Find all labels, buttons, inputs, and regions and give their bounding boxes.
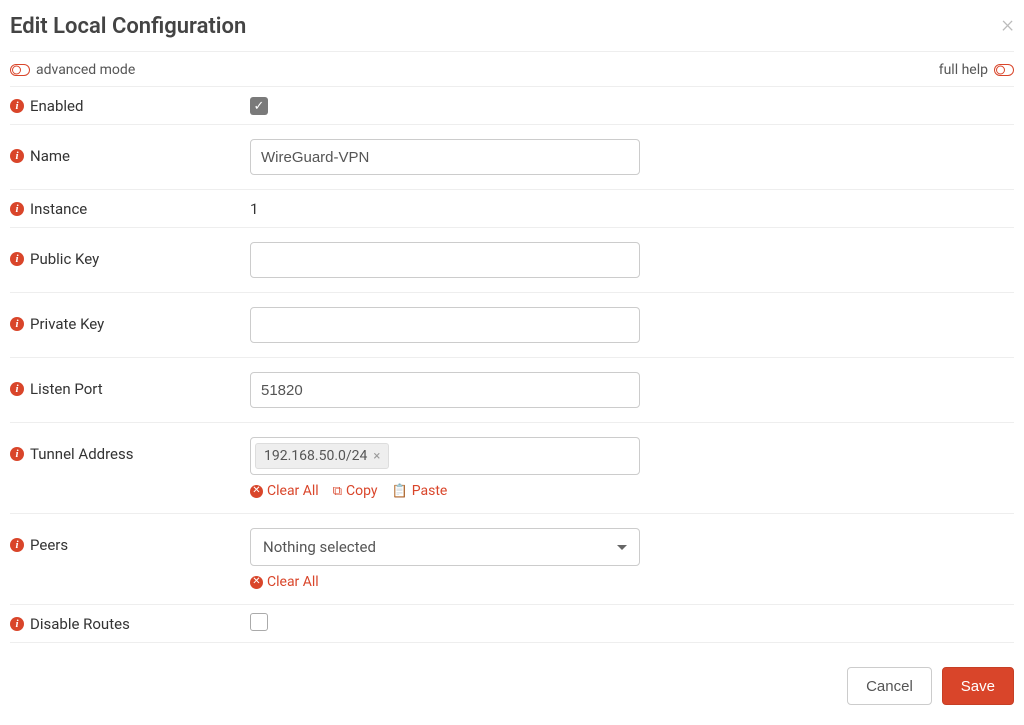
disable-routes-checkbox[interactable] <box>250 613 268 631</box>
cancel-button[interactable]: Cancel <box>847 667 932 705</box>
clear-all-label: Clear All <box>267 574 319 590</box>
paste-button[interactable]: 📋 Paste <box>392 483 448 499</box>
chevron-down-icon <box>617 545 627 550</box>
info-icon[interactable]: i <box>10 617 24 631</box>
paste-label: Paste <box>412 483 448 499</box>
info-icon[interactable]: i <box>10 252 24 266</box>
paste-icon: 📋 <box>392 484 408 499</box>
tunnel-address-tag: 192.168.50.0/24 × <box>255 443 389 469</box>
advanced-mode-toggle[interactable]: advanced mode <box>10 62 135 78</box>
toggle-icon <box>994 64 1014 76</box>
instance-value: 1 <box>250 198 258 218</box>
full-help-toggle[interactable]: full help <box>939 62 1014 78</box>
advanced-mode-label: advanced mode <box>36 62 135 78</box>
clear-all-button[interactable]: ✕ Clear All <box>250 483 319 499</box>
info-icon[interactable]: i <box>10 202 24 216</box>
save-button[interactable]: Save <box>942 667 1014 705</box>
clear-all-label: Clear All <box>267 483 319 499</box>
info-icon[interactable]: i <box>10 382 24 396</box>
label-listen-port: Listen Port <box>30 380 103 398</box>
tag-text: 192.168.50.0/24 <box>264 448 367 464</box>
copy-icon: ⧉ <box>333 484 342 499</box>
tunnel-address-input[interactable]: 192.168.50.0/24 × <box>250 437 640 475</box>
peers-clear-all-button[interactable]: ✕ Clear All <box>250 574 319 590</box>
public-key-input[interactable] <box>250 242 640 278</box>
tag-remove-icon[interactable]: × <box>373 449 380 464</box>
info-icon[interactable]: i <box>10 447 24 461</box>
copy-label: Copy <box>346 483 378 499</box>
label-name: Name <box>30 147 70 165</box>
clear-icon: ✕ <box>250 576 263 589</box>
name-input[interactable] <box>250 139 640 175</box>
copy-button[interactable]: ⧉ Copy <box>333 483 378 499</box>
label-instance: Instance <box>30 200 87 218</box>
close-icon[interactable]: × <box>1001 12 1014 36</box>
info-icon[interactable]: i <box>10 149 24 163</box>
toggle-icon <box>10 64 30 76</box>
enabled-checkbox[interactable]: ✓ <box>250 97 268 115</box>
info-icon[interactable]: i <box>10 317 24 331</box>
info-icon[interactable]: i <box>10 538 24 552</box>
label-enabled: Enabled <box>30 97 83 115</box>
clear-icon: ✕ <box>250 485 263 498</box>
label-disable-routes: Disable Routes <box>30 615 130 633</box>
peers-select[interactable]: Nothing selected <box>250 528 640 566</box>
listen-port-input[interactable] <box>250 372 640 408</box>
label-peers: Peers <box>30 536 68 554</box>
full-help-label: full help <box>939 62 988 78</box>
info-icon[interactable]: i <box>10 99 24 113</box>
label-public-key: Public Key <box>30 250 99 268</box>
label-private-key: Private Key <box>30 315 104 333</box>
modal-title: Edit Local Configuration <box>10 14 246 39</box>
peers-selected-text: Nothing selected <box>263 538 376 556</box>
label-tunnel-address: Tunnel Address <box>30 445 134 463</box>
private-key-input[interactable] <box>250 307 640 343</box>
